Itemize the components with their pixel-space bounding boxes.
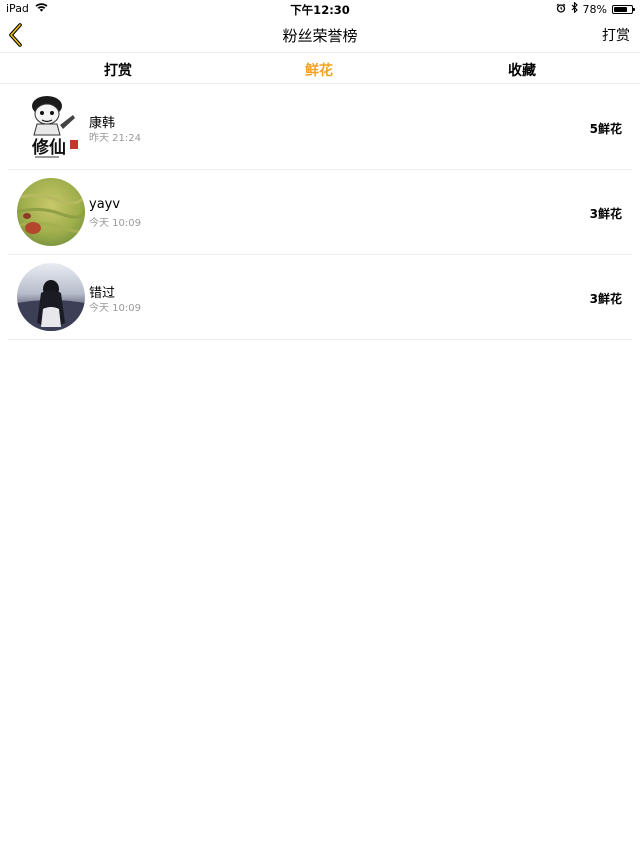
fan-list: 修仙 康韩 昨天 21:24 5鲜花 yayv 今天 10:09 3鲜花 错过 …	[0, 85, 640, 340]
back-button[interactable]	[6, 22, 28, 48]
user-name: yayv	[89, 197, 121, 212]
avatar: 修仙	[17, 93, 85, 161]
timestamp: 昨天 21:24	[89, 133, 141, 144]
avatar	[17, 178, 85, 246]
timestamp: 今天 10:09	[89, 218, 141, 229]
alarm-icon	[556, 3, 566, 16]
svg-text:修仙: 修仙	[31, 137, 66, 158]
tab-reward[interactable]: 打赏	[78, 60, 158, 80]
nav-bar: 粉丝荣誉榜 打赏	[0, 18, 640, 52]
battery-level	[614, 6, 628, 12]
list-item[interactable]: 错过 今天 10:09 3鲜花	[0, 255, 640, 340]
flower-count: 3鲜花	[589, 207, 622, 221]
reward-button[interactable]: 打赏	[602, 25, 630, 45]
tab-bar: 打赏 鲜花 收藏	[0, 52, 640, 84]
tab-favorites[interactable]: 收藏	[482, 60, 562, 80]
list-item[interactable]: yayv 今天 10:09 3鲜花	[0, 170, 640, 255]
status-time: 下午12:30	[290, 3, 350, 17]
divider	[8, 339, 632, 340]
battery-icon	[612, 4, 635, 14]
chevron-left-icon	[9, 23, 22, 47]
tab-flowers[interactable]: 鲜花	[279, 60, 359, 80]
status-right: 78%	[556, 1, 635, 16]
timestamp: 今天 10:09	[89, 303, 141, 314]
page-title: 粉丝荣誉榜	[282, 27, 358, 45]
bluetooth-icon	[571, 1, 578, 16]
status-bar: iPad 下午12:30 78%	[0, 0, 640, 18]
battery-percent: 78%	[582, 2, 607, 16]
list-item[interactable]: 修仙 康韩 昨天 21:24 5鲜花	[0, 85, 640, 170]
flower-count: 3鲜花	[589, 292, 622, 306]
flower-count: 5鲜花	[589, 122, 622, 136]
avatar	[17, 263, 85, 331]
